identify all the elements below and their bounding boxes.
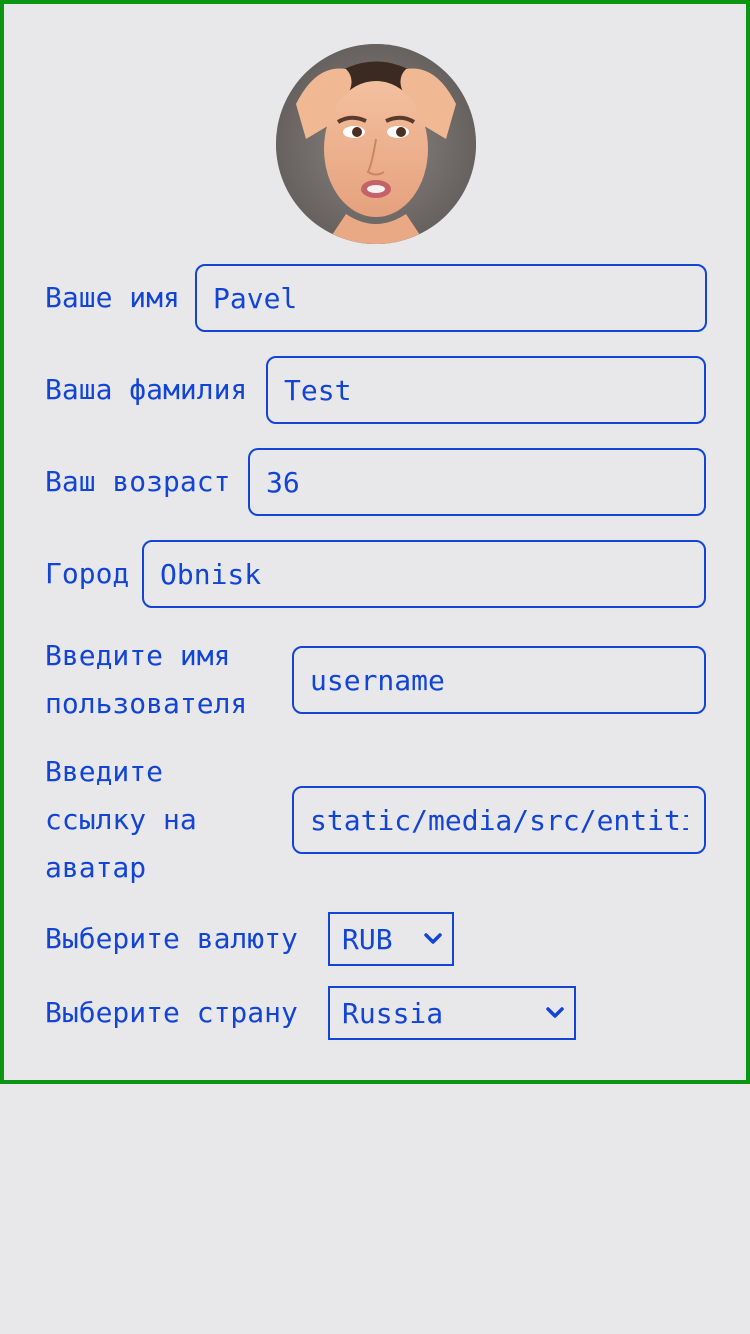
- country-select-value: Russia: [342, 996, 444, 1030]
- chevron-down-icon: [424, 933, 442, 944]
- avatar-image: [276, 44, 476, 244]
- profile-form-card: Ваше имя Ваша фамилия Ваш возраст Город …: [0, 0, 750, 1084]
- country-label: Выберите страну: [45, 996, 298, 1029]
- first-name-label: Ваше имя: [45, 281, 180, 314]
- last-name-input[interactable]: [266, 356, 706, 424]
- avatar-link-label: Введите ссылку на аватар: [45, 755, 197, 884]
- username-input[interactable]: [292, 646, 706, 714]
- last-name-label: Ваша фамилия: [45, 373, 248, 406]
- city-input[interactable]: [142, 540, 706, 608]
- city-label: Город: [45, 557, 130, 590]
- username-label: Введите имя пользователя: [45, 639, 248, 720]
- age-row: Ваш возраст: [45, 448, 706, 516]
- chevron-down-icon: [546, 1007, 564, 1018]
- first-name-row: Ваше имя: [45, 264, 707, 332]
- first-name-input[interactable]: [195, 264, 707, 332]
- last-name-row: Ваша фамилия: [45, 356, 706, 424]
- age-label: Ваш возраст: [45, 465, 231, 498]
- avatar-link-input[interactable]: [292, 786, 706, 854]
- city-row: Город: [45, 540, 706, 608]
- country-select[interactable]: Russia: [328, 986, 576, 1040]
- currency-select[interactable]: RUB: [328, 912, 454, 966]
- currency-select-value: RUB: [342, 922, 393, 956]
- avatar: [276, 44, 476, 244]
- username-row: Введите имя пользователя: [45, 632, 706, 728]
- avatar-link-row: Введите ссылку на аватар: [45, 748, 706, 892]
- currency-label: Выберите валюту: [45, 922, 298, 955]
- age-input[interactable]: [248, 448, 706, 516]
